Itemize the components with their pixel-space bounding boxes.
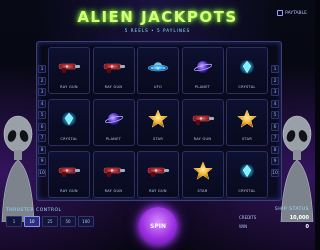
bet-selector: 1 10 25 50 100 (6, 216, 94, 227)
paytable-label: PAYTABLE (285, 10, 307, 16)
game-subtitle: 5 REELS • 5 PAYLINES (124, 28, 191, 33)
star-icon (192, 161, 213, 180)
symbol-label: CRYSTAL (238, 85, 256, 89)
payline-marker: 8 (38, 145, 46, 154)
symbol-label: RAY GUN (193, 137, 212, 141)
payline-marker: 10 (38, 168, 46, 177)
ship-status-header: SHIP STATUS (274, 207, 309, 212)
reel-cell: PLANET (92, 99, 135, 146)
reel-cell: CRYSTAL (226, 151, 268, 198)
payline-marker: 6 (38, 122, 46, 131)
reel-grid: RAY GUN RAY GUN UFO PLANET CRYSTAL CRYST… (48, 47, 268, 198)
alien-figure-right (280, 115, 314, 222)
payline-marker: 9 (38, 157, 46, 165)
win-value: 0 (305, 224, 309, 230)
bet-option[interactable]: 100 (78, 216, 94, 227)
symbol-label: RAY GUN (149, 189, 167, 193)
symbol-label: UFO (153, 85, 163, 89)
thruster-control-label: THRUSTER CONTROL (6, 208, 62, 213)
reel-cell: STAR (226, 99, 268, 146)
reel-cell: RAY GUN (137, 151, 179, 198)
reel-cell: UFO (137, 47, 179, 94)
credits-row: CREDITS 10,000 (239, 215, 309, 221)
spin-button[interactable]: SPIN (139, 207, 177, 245)
alien-figure-left (1, 115, 35, 222)
spin-label: SPIN (150, 222, 166, 230)
reel-cell: RAY GUN (48, 151, 90, 198)
symbol-label: PLANET (194, 85, 211, 89)
reel-cell: RAY GUN (92, 47, 135, 94)
reel-cell: STAR (181, 151, 224, 198)
ray-gun-icon (58, 167, 80, 177)
payline-marker: 3 (38, 88, 46, 96)
payline-indicators-left: 1 2 3 4 5 6 7 8 9 10 (38, 65, 46, 177)
bet-option[interactable]: 50 (60, 216, 76, 227)
symbol-label: STAR (197, 189, 208, 193)
credits-value: 10,000 (289, 215, 309, 221)
crystal-icon (240, 59, 254, 74)
symbol-label: RAY GUN (60, 189, 78, 193)
payline-marker: 1 (38, 65, 46, 73)
payline-marker: 4 (38, 99, 46, 108)
ray-gun-icon (58, 63, 80, 73)
reel-cell: STAR (137, 99, 179, 146)
reel-cell: RAY GUN (48, 47, 90, 94)
bet-option[interactable]: 1 (6, 216, 22, 227)
reel-cell: RAY GUN (92, 151, 135, 198)
symbol-label: PLANET (105, 137, 122, 141)
planet-icon (193, 60, 212, 73)
ray-gun-icon (192, 115, 214, 125)
symbol-label: STAR (241, 137, 253, 141)
reel-cell: PLANET (181, 47, 224, 94)
payline-marker: 7 (38, 134, 46, 142)
crystal-icon (62, 111, 76, 126)
paytable-button[interactable]: PAYTABLE (277, 10, 307, 16)
bet-option[interactable]: 25 (42, 216, 58, 227)
payline-marker: 2 (38, 76, 46, 85)
payline-marker: 2 (271, 76, 279, 85)
ray-gun-icon (103, 167, 125, 177)
symbol-label: RAY GUN (104, 85, 123, 89)
reel-cell: RAY GUN (181, 99, 224, 146)
ray-gun-icon (147, 167, 169, 177)
ship-status-panel: SHIP STATUS CREDITS 10,000 WIN 0 (239, 207, 309, 230)
crystal-icon (240, 163, 254, 178)
reel-cell: CRYSTAL (48, 99, 90, 146)
payline-marker: 1 (271, 65, 279, 73)
win-label: WIN (239, 224, 248, 229)
credits-label: CREDITS (239, 215, 257, 220)
payline-marker: 4 (271, 99, 279, 108)
win-row: WIN 0 (239, 224, 309, 230)
symbol-label: STAR (152, 137, 164, 141)
star-icon (237, 109, 257, 128)
game-title: ALIEN JACKPOTS (77, 8, 238, 26)
symbol-label: RAY GUN (104, 189, 123, 193)
planet-icon (104, 112, 123, 125)
reel-cell: CRYSTAL (226, 47, 268, 94)
payline-marker: 3 (271, 88, 279, 96)
ufo-icon (147, 62, 169, 72)
symbol-label: CRYSTAL (238, 189, 256, 193)
payline-marker: 5 (38, 111, 46, 119)
ray-gun-icon (103, 63, 125, 73)
symbol-label: CRYSTAL (60, 137, 78, 141)
bet-option-selected[interactable]: 10 (24, 216, 40, 227)
star-icon (148, 109, 168, 128)
menu-icon (277, 10, 284, 16)
symbol-label: RAY GUN (60, 85, 78, 89)
